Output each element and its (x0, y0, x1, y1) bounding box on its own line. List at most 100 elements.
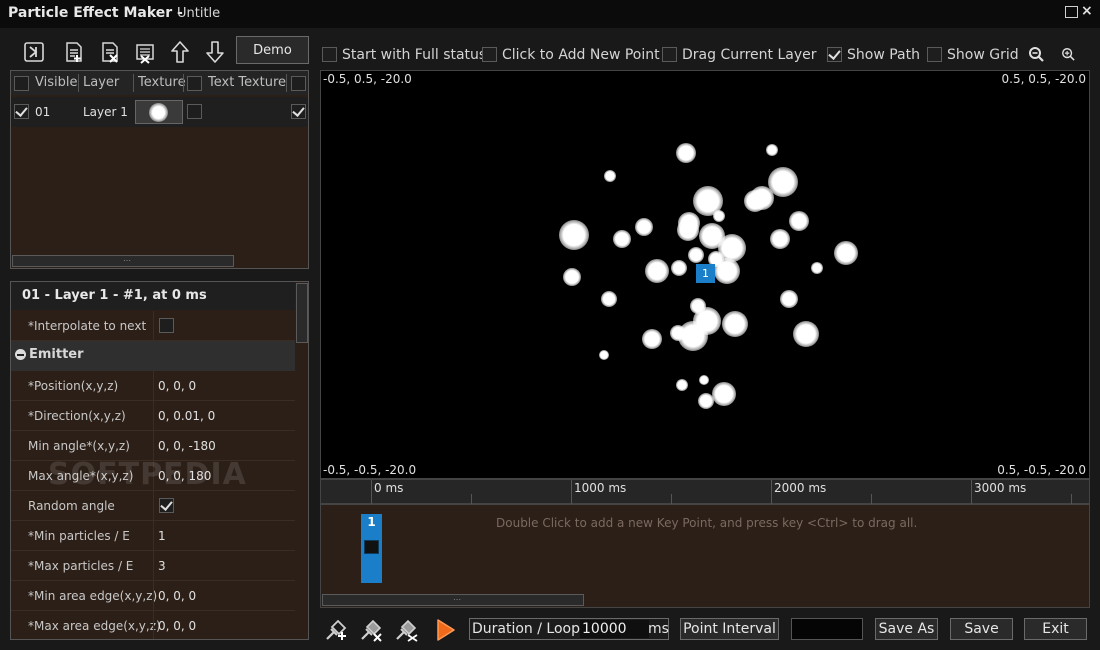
property-row[interactable]: Random angle (11, 491, 295, 521)
property-label: *Direction(x,y,z) (28, 409, 126, 423)
new-layer-icon[interactable] (62, 40, 86, 64)
particle (698, 393, 714, 409)
particle-texture-preview (149, 103, 168, 122)
property-value[interactable]: 0, 0, 0 (158, 589, 196, 603)
property-row[interactable]: *Max particles / E 3 (11, 551, 295, 581)
property-value[interactable]: 1 (158, 529, 166, 543)
click-add-point-label: Click to Add New Point (502, 47, 660, 63)
show-grid-label: Show Grid (947, 47, 1019, 63)
point-interval-button[interactable]: Point Interval (680, 618, 779, 640)
property-value[interactable]: 0, 0, 0 (158, 619, 196, 633)
layer-list-panel: Visible Layer Texture Text Texture 01 La… (10, 70, 309, 269)
start-full-status-checkbox[interactable] (322, 47, 337, 62)
click-add-point-checkbox[interactable] (482, 47, 497, 62)
property-value[interactable]: 0, 0, -180 (158, 439, 216, 453)
particle (713, 210, 725, 222)
show-path-label: Show Path (847, 47, 920, 63)
play-icon[interactable] (432, 617, 458, 643)
watermark: SOFTPEDIA (48, 457, 247, 492)
clear-keypoints-icon[interactable] (393, 617, 419, 643)
particle (599, 350, 609, 360)
layer-visible-checkbox[interactable] (14, 104, 29, 119)
property-row-interpolate: *Interpolate to next (11, 311, 295, 341)
property-label: *Max particles / E (28, 559, 134, 573)
delete-layer-icon[interactable] (98, 40, 122, 64)
property-row[interactable]: *Min particles / E 1 (11, 521, 295, 551)
layer-list-scrollbar[interactable]: ⋯ (12, 255, 234, 267)
keypoint-marker[interactable]: 1 (696, 264, 715, 283)
particle (604, 170, 616, 182)
export-icon[interactable] (22, 40, 46, 64)
particle (780, 290, 798, 308)
column-texture: Texture (138, 75, 186, 90)
drag-layer-checkbox[interactable] (662, 47, 677, 62)
demo-button[interactable]: Demo (236, 36, 309, 64)
save-button[interactable]: Save (950, 618, 1013, 640)
particle (722, 311, 748, 337)
layer-id: 01 (35, 105, 51, 119)
properties-scrollbar[interactable] (296, 283, 308, 343)
app-title: Particle Effect Maker - (8, 5, 183, 21)
interpolate-checkbox[interactable] (159, 318, 174, 333)
remove-keypoint-icon[interactable] (358, 617, 384, 643)
layer-text-texture-checkbox[interactable] (187, 104, 202, 119)
property-value[interactable]: 3 (158, 559, 166, 573)
particle (676, 379, 688, 391)
particle (811, 262, 823, 274)
duration-label: Duration / Loop = (472, 621, 597, 637)
timeline-label: 2000 ms (774, 481, 827, 495)
property-row[interactable]: *Position(x,y,z) 0, 0, 0 (11, 371, 295, 401)
particle (677, 219, 699, 241)
select-all-visible-checkbox[interactable] (14, 76, 29, 91)
timeline-label: 0 ms (374, 481, 404, 495)
keypoint-track[interactable]: Double Click to add a new Key Point, and… (320, 504, 1090, 608)
interpolate-label: *Interpolate to next (28, 319, 147, 333)
particle (676, 143, 696, 163)
keypoint-bar[interactable]: 1 (361, 514, 382, 583)
particle (671, 260, 687, 276)
particle (712, 382, 736, 406)
zoom-in-icon[interactable] (1061, 47, 1075, 61)
timeline-ruler[interactable]: 0 ms 1000 ms 2000 ms 3000 ms (320, 479, 1090, 504)
add-keypoint-icon[interactable] (323, 617, 349, 643)
timeline-scrollbar[interactable]: ⋯ (322, 594, 584, 606)
show-path-checkbox[interactable] (827, 47, 842, 62)
emitter-section-header[interactable]: Emitter (11, 341, 295, 371)
select-all-extra-checkbox[interactable] (291, 76, 306, 91)
save-as-button[interactable]: Save As (875, 618, 938, 640)
property-row[interactable]: *Max area edge(x,y,z) 0, 0, 0 (11, 611, 295, 639)
zoom-out-icon[interactable] (1028, 46, 1044, 62)
property-label: *Max area edge(x,y,z) (28, 619, 161, 633)
properties-title: 01 - Layer 1 - #1, at 0 ms (22, 288, 207, 303)
particle (688, 247, 704, 263)
property-row[interactable]: *Direction(x,y,z) 0, 0.01, 0 (11, 401, 295, 431)
particle (642, 329, 662, 349)
restore-window-button[interactable] (1065, 6, 1078, 18)
move-down-icon[interactable] (203, 40, 227, 64)
layer-row[interactable]: 01 Layer 1 (11, 97, 308, 127)
clear-layers-icon[interactable] (133, 40, 157, 64)
layer-extra-checkbox[interactable] (291, 104, 306, 119)
duration-field: Duration / Loop = ms (469, 618, 669, 640)
random-angle-checkbox[interactable] (159, 498, 174, 513)
duration-input[interactable] (580, 620, 649, 638)
move-up-icon[interactable] (168, 40, 192, 64)
select-all-text-texture-checkbox[interactable] (187, 76, 202, 91)
column-visible: Visible (35, 75, 78, 90)
keypoint-handle[interactable] (364, 540, 379, 554)
status-field[interactable] (791, 618, 863, 640)
particle (766, 144, 778, 156)
particle (635, 218, 653, 236)
particle (559, 220, 589, 250)
exit-button[interactable]: Exit (1024, 618, 1087, 640)
texture-thumbnail[interactable] (135, 100, 183, 124)
property-value[interactable]: 0, 0, 0 (158, 379, 196, 393)
property-value[interactable]: 0, 0.01, 0 (158, 409, 215, 423)
timeline-label: 3000 ms (974, 481, 1027, 495)
particle (645, 259, 669, 283)
property-row[interactable]: *Min area edge(x,y,z) 0, 0, 0 (11, 581, 295, 611)
close-window-button[interactable]: × (1081, 3, 1093, 19)
show-grid-checkbox[interactable] (927, 47, 942, 62)
collapse-icon[interactable] (15, 349, 26, 360)
particle-preview-viewport[interactable]: -0.5, 0.5, -20.0 0.5, 0.5, -20.0 -0.5, -… (320, 70, 1090, 479)
